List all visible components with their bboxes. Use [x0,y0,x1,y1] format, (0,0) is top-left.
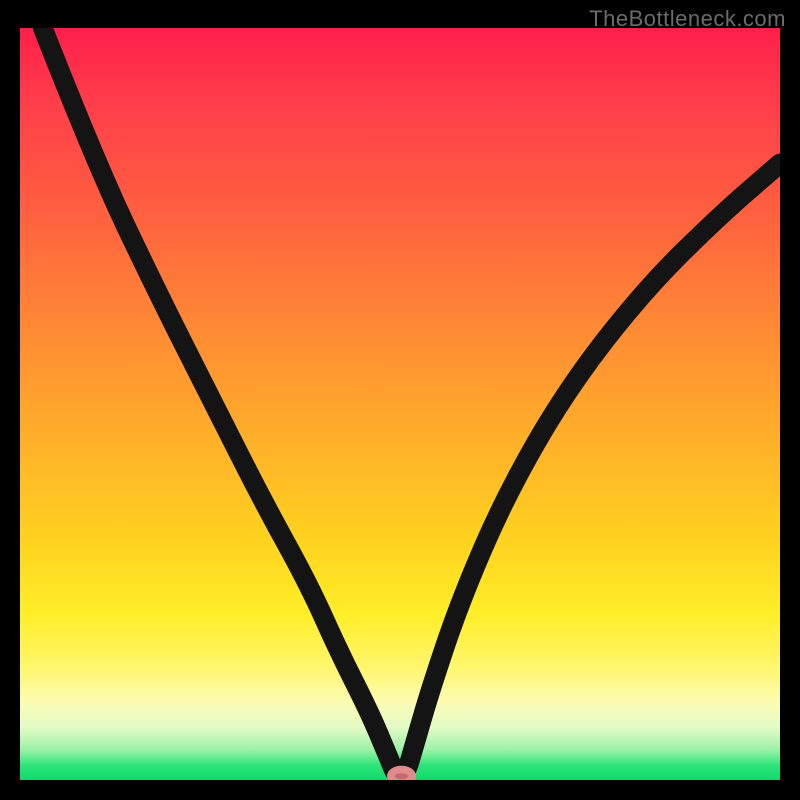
optimal-point-marker [391,769,412,780]
plot-area [20,28,780,780]
curve-path [43,28,780,776]
watermark-text: TheBottleneck.com [589,6,786,32]
chart-frame: TheBottleneck.com [0,0,800,800]
bottleneck-curve [20,28,780,780]
